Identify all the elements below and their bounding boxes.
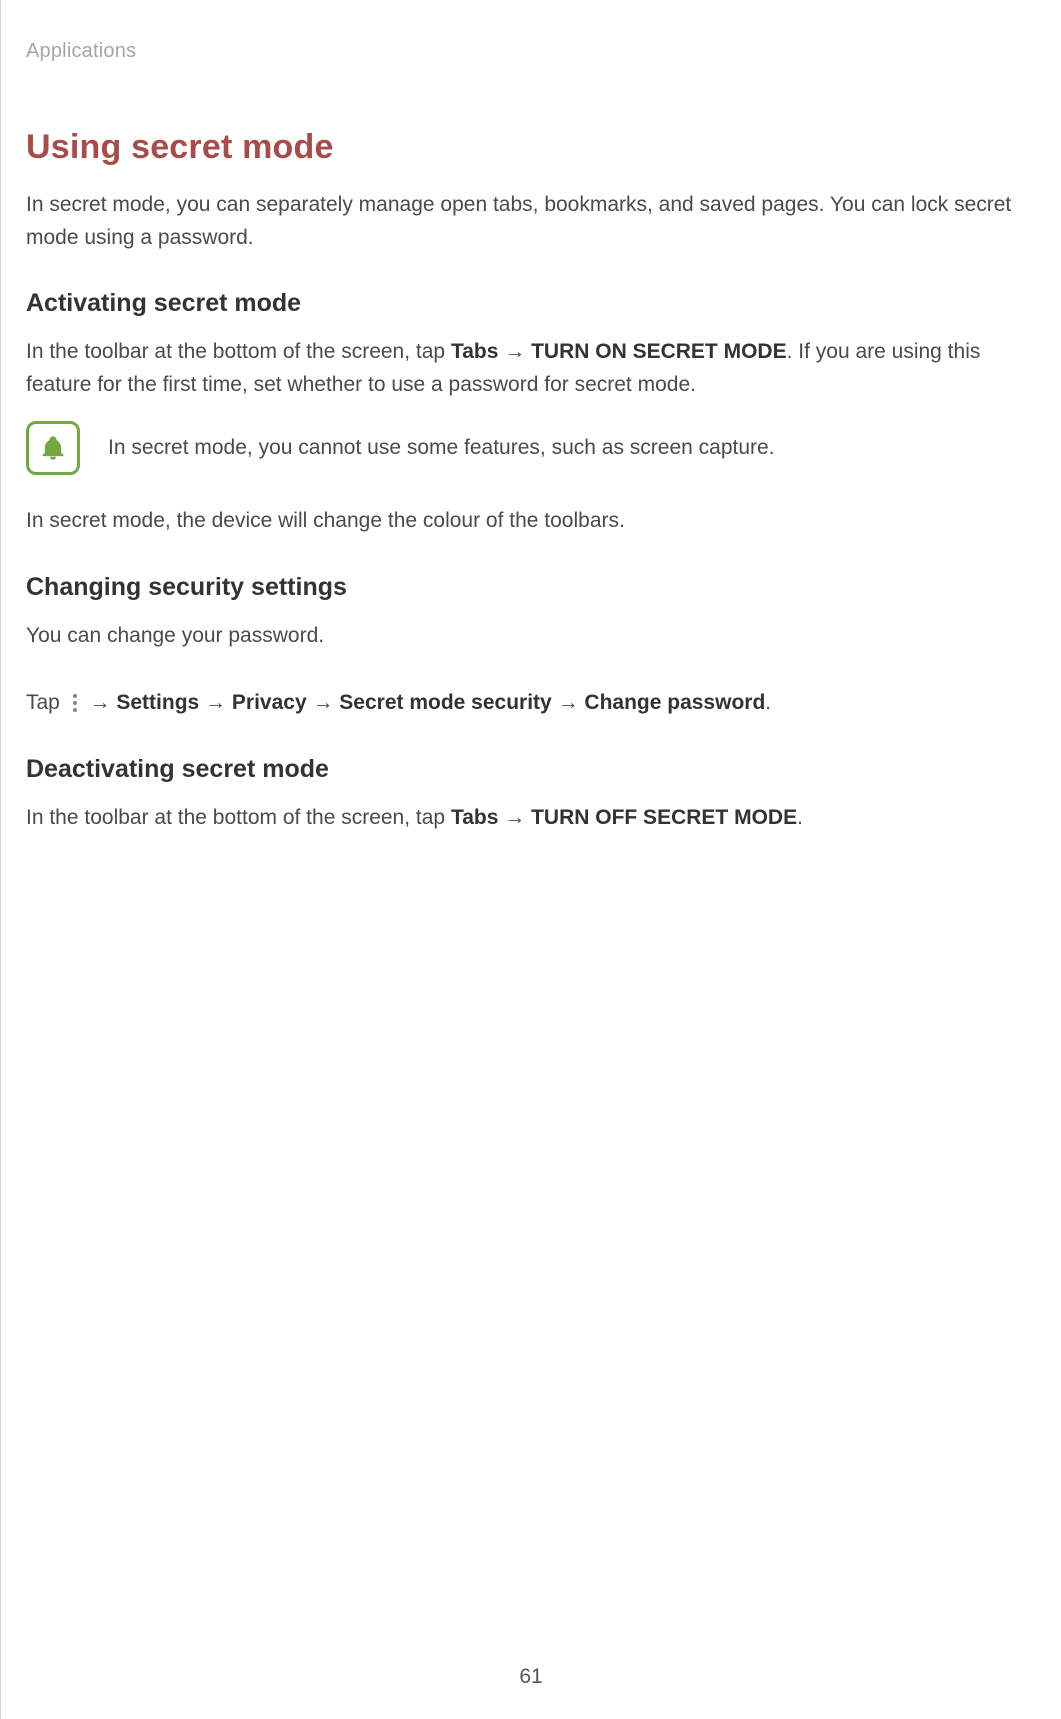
section-activating: Activating secret mode In the toolbar at…	[26, 289, 1036, 538]
arrow-icon: →	[84, 691, 117, 714]
turn-on-label: TURN ON SECRET MODE	[531, 340, 787, 363]
page-number: 61	[1, 1665, 1061, 1689]
text-fragment: In the toolbar at the bottom of the scre…	[26, 806, 451, 829]
manual-page: Applications Using secret mode In secret…	[0, 0, 1061, 1719]
text-fragment: .	[797, 806, 803, 829]
change-password-label: Change password	[584, 691, 765, 714]
secret-mode-security-label: Secret mode security	[339, 691, 551, 714]
privacy-label: Privacy	[232, 691, 307, 714]
tabs-label: Tabs	[451, 806, 498, 829]
tabs-label: Tabs	[451, 340, 498, 363]
section-breadcrumb: Applications	[26, 40, 1036, 63]
text-fragment: Tap	[26, 691, 66, 714]
text-fragment: .	[765, 691, 771, 714]
arrow-icon: →	[199, 691, 232, 714]
changing-line1: You can change your password.	[26, 620, 1036, 653]
note-text: In secret mode, you cannot use some feat…	[108, 432, 775, 464]
note-callout: In secret mode, you cannot use some feat…	[26, 421, 1036, 475]
page-title: Using secret mode	[26, 128, 1036, 167]
heading-deactivating: Deactivating secret mode	[26, 755, 1036, 784]
intro-paragraph: In secret mode, you can separately manag…	[26, 189, 1036, 254]
section-changing: Changing security settings You can chang…	[26, 573, 1036, 720]
arrow-icon: →	[498, 806, 531, 829]
bell-icon	[26, 421, 80, 475]
settings-label: Settings	[116, 691, 199, 714]
arrow-icon: →	[552, 691, 585, 714]
heading-changing: Changing security settings	[26, 573, 1036, 602]
arrow-icon: →	[307, 691, 340, 714]
text-fragment: In the toolbar at the bottom of the scre…	[26, 340, 451, 363]
arrow-icon: →	[498, 340, 531, 363]
heading-activating: Activating secret mode	[26, 289, 1036, 318]
more-options-icon	[68, 691, 82, 713]
activating-after-note: In secret mode, the device will change t…	[26, 505, 1036, 538]
changing-path: Tap → Settings → Privacy → Secret mode s…	[26, 687, 1036, 720]
turn-off-label: TURN OFF SECRET MODE	[531, 806, 797, 829]
deactivating-paragraph: In the toolbar at the bottom of the scre…	[26, 802, 1036, 835]
activating-paragraph: In the toolbar at the bottom of the scre…	[26, 336, 1036, 401]
section-deactivating: Deactivating secret mode In the toolbar …	[26, 755, 1036, 835]
